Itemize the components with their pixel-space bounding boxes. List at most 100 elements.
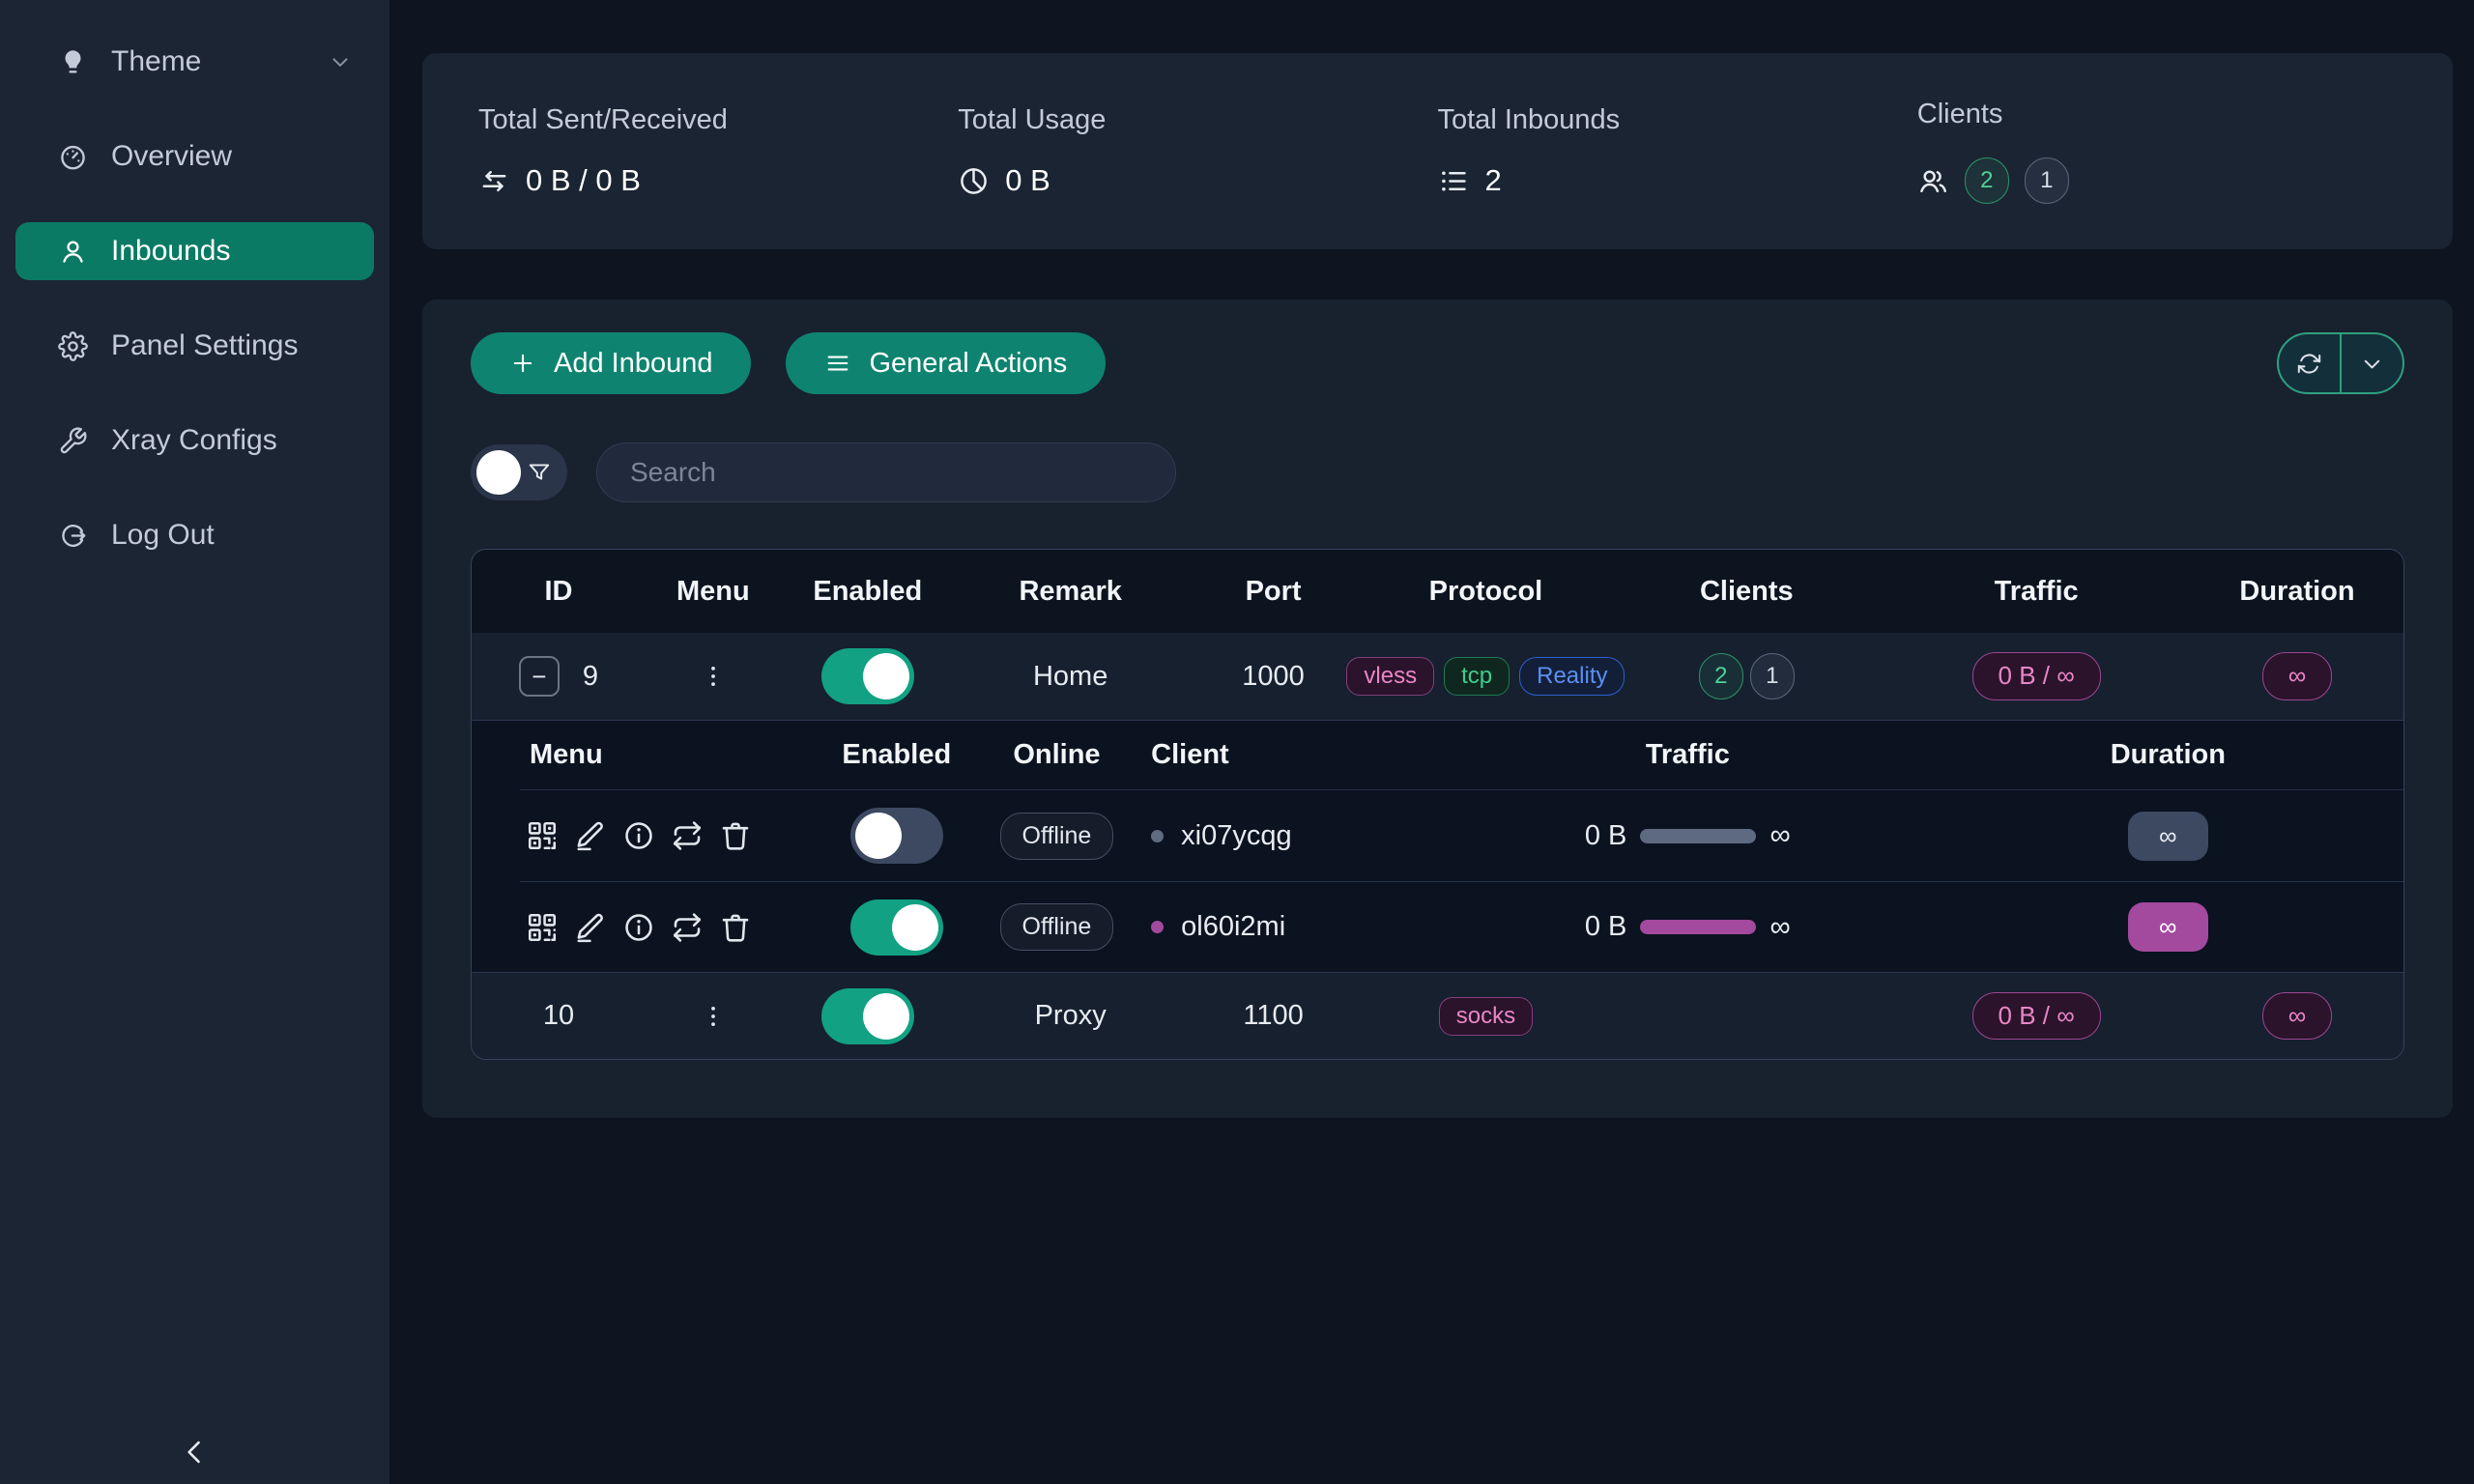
clients-online-badge: 2 xyxy=(1699,653,1743,699)
traffic-used: 0 B xyxy=(1585,911,1627,943)
qr-code-icon[interactable] xyxy=(526,819,559,852)
col-header-id: ID xyxy=(472,576,646,608)
client-row: Offline ol60i2mi 0 B ∞ ∞ xyxy=(520,881,2403,972)
search-input[interactable] xyxy=(596,442,1176,502)
collapse-row-button[interactable]: − xyxy=(519,656,560,697)
sidebar-item-xray-configs[interactable]: Xray Configs xyxy=(15,412,374,470)
sidebar-item-inbounds[interactable]: Inbounds xyxy=(15,222,374,280)
table-header-row: ID Menu Enabled Remark Port Protocol Cli… xyxy=(472,550,2403,633)
trash-icon[interactable] xyxy=(719,911,752,944)
inbound-enabled-toggle[interactable] xyxy=(821,648,914,704)
duration-button[interactable]: ∞ xyxy=(2128,902,2208,952)
clients-online-badge: 2 xyxy=(1965,157,2009,204)
clients-total-badge: 1 xyxy=(1750,653,1795,699)
row-menu-button[interactable] xyxy=(646,1002,781,1031)
stat-value: 2 1 xyxy=(1917,157,2397,204)
user-icon xyxy=(58,237,88,267)
refresh-options-button[interactable] xyxy=(2342,334,2402,392)
reset-traffic-icon[interactable] xyxy=(671,911,704,944)
sidebar-item-label: Overview xyxy=(111,140,232,173)
client-enabled-toggle[interactable] xyxy=(850,808,943,864)
protocol-tag: tcp xyxy=(1444,657,1510,696)
col-header-traffic: Traffic xyxy=(1443,739,1933,771)
col-header-port: Port xyxy=(1187,576,1361,608)
stat-value: 0 B / 0 B xyxy=(478,163,958,198)
stat-sent-received-value: 0 B / 0 B xyxy=(526,163,641,198)
online-status-badge: Offline xyxy=(1000,813,1114,860)
chevron-left-icon xyxy=(179,1436,212,1469)
col-header-protocol: Protocol xyxy=(1361,576,1612,608)
filter-toggle[interactable] xyxy=(471,444,567,500)
traffic-progress-bar xyxy=(1640,829,1756,843)
duration-button[interactable]: ∞ xyxy=(2128,812,2208,861)
chevron-down-icon xyxy=(328,49,353,74)
traffic-limit: ∞ xyxy=(1769,819,1790,852)
protocol-tag: Reality xyxy=(1519,657,1625,696)
traffic-progress-bar xyxy=(1640,920,1756,934)
general-actions-button[interactable]: General Actions xyxy=(786,332,1106,394)
funnel-icon xyxy=(527,460,552,485)
stats-card: Total Sent/Received 0 B / 0 B Total Usag… xyxy=(422,53,2453,249)
clients-total-badge: 1 xyxy=(2025,157,2069,204)
client-table-header-row: Menu Enabled Online Client Traffic Durat… xyxy=(520,721,2403,790)
traffic-used: 0 B xyxy=(1585,820,1627,852)
col-header-traffic: Traffic xyxy=(1882,576,2191,608)
list-icon xyxy=(1438,165,1470,197)
stat-label: Total Sent/Received xyxy=(478,104,958,136)
stat-label: Total Usage xyxy=(958,104,1437,136)
col-header-enabled: Enabled xyxy=(821,739,972,771)
col-header-menu: Menu xyxy=(646,576,781,608)
col-header-client: Client xyxy=(1141,739,1443,771)
users-icon xyxy=(1917,165,1949,197)
add-inbound-button[interactable]: Add Inbound xyxy=(471,332,751,394)
info-icon[interactable] xyxy=(622,819,655,852)
client-sub-table: Menu Enabled Online Client Traffic Durat… xyxy=(472,720,2403,972)
search-row xyxy=(471,442,2404,502)
inbound-remark: Proxy xyxy=(955,1000,1187,1032)
dots-vertical-icon xyxy=(699,662,728,691)
traffic-pill: 0 B / ∞ xyxy=(1972,652,2101,699)
inbounds-table: ID Menu Enabled Remark Port Protocol Cli… xyxy=(471,549,2404,1060)
plus-icon xyxy=(509,350,536,377)
client-enabled-toggle[interactable] xyxy=(850,899,943,956)
client-actions xyxy=(520,819,821,852)
edit-pencil-icon[interactable] xyxy=(574,819,607,852)
traffic-pill: 0 B / ∞ xyxy=(1972,992,2101,1040)
client-actions xyxy=(520,911,821,944)
qr-code-icon[interactable] xyxy=(526,911,559,944)
sidebar-item-panel-settings[interactable]: Panel Settings xyxy=(15,317,374,375)
inbound-id: 10 xyxy=(543,1000,574,1032)
info-icon[interactable] xyxy=(622,911,655,944)
protocol-tag: socks xyxy=(1439,997,1533,1036)
stat-value: 2 xyxy=(1438,163,1917,198)
sidebar-item-label: Theme xyxy=(111,45,201,78)
stat-label: Total Inbounds xyxy=(1438,104,1917,136)
toolbar: Add Inbound General Actions xyxy=(471,332,2404,394)
trash-icon[interactable] xyxy=(719,819,752,852)
reset-traffic-icon[interactable] xyxy=(671,819,704,852)
inbounds-panel: Add Inbound General Actions xyxy=(422,300,2453,1118)
stat-total-usage: Total Usage 0 B xyxy=(958,104,1437,198)
refresh-button[interactable] xyxy=(2279,334,2342,392)
edit-pencil-icon[interactable] xyxy=(574,911,607,944)
inbound-port: 1000 xyxy=(1187,661,1361,693)
inbound-enabled-toggle[interactable] xyxy=(821,988,914,1044)
logout-icon xyxy=(58,521,88,551)
sidebar-collapse-button[interactable] xyxy=(179,1436,212,1469)
col-header-remark: Remark xyxy=(955,576,1187,608)
row-menu-button[interactable] xyxy=(646,662,781,691)
client-name: xi07ycqg xyxy=(1181,820,1291,852)
stat-value: 0 B xyxy=(958,163,1437,198)
general-actions-label: General Actions xyxy=(869,348,1067,380)
duration-pill: ∞ xyxy=(2262,992,2333,1040)
wrench-icon xyxy=(58,426,88,456)
client-status-dot xyxy=(1151,830,1164,842)
sidebar-item-log-out[interactable]: Log Out xyxy=(15,506,374,564)
sidebar-item-label: Inbounds xyxy=(111,235,230,268)
toggle-knob xyxy=(855,813,902,859)
toggle-knob xyxy=(863,993,909,1040)
sidebar-item-overview[interactable]: Overview xyxy=(15,128,374,186)
sidebar-item-theme[interactable]: Theme xyxy=(15,33,374,91)
col-header-duration: Duration xyxy=(2191,576,2403,608)
stat-clients: Clients 2 1 xyxy=(1917,99,2397,204)
